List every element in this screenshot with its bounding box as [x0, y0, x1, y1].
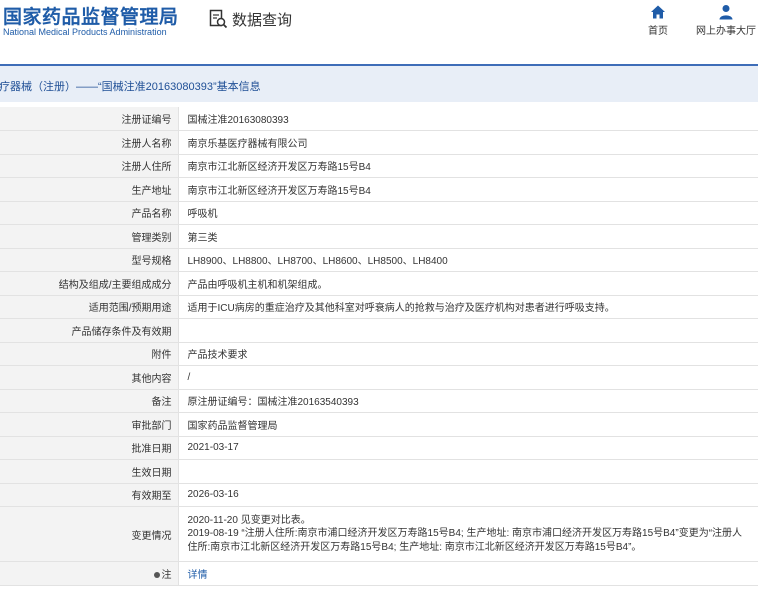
- bullet-icon: [153, 572, 160, 579]
- table-row: 备注 原注册证编号：国械注准20163540393: [0, 389, 758, 413]
- site-logo-title[interactable]: 国家药品监督管理局: [3, 2, 179, 29]
- search-document-icon: [209, 9, 228, 29]
- field-label: 适用范围/预期用途: [0, 295, 179, 319]
- field-value: 呼吸机: [178, 201, 758, 225]
- field-label: 批准日期: [0, 436, 179, 460]
- note-value: 详情: [178, 561, 758, 586]
- table-row: 生效日期: [0, 459, 758, 484]
- table-row: 产品储存条件及有效期: [0, 318, 758, 343]
- table-row: 批准日期 2021-03-17: [0, 436, 758, 460]
- table-row-note: 注 详情: [0, 561, 758, 586]
- table-row: 审批部门 国家药品监督管理局: [0, 412, 758, 437]
- table-row: 有效期至 2026-03-16: [0, 483, 758, 507]
- field-label: 注册人住所: [0, 154, 179, 178]
- field-value: 国械注准20163080393: [178, 107, 758, 131]
- site-logo-subtitle: National Medical Products Administration: [3, 27, 167, 37]
- table-row: 产品名称 呼吸机: [0, 201, 758, 225]
- field-label: 有效期至: [0, 483, 179, 507]
- field-value: 产品由呼吸机主机和机架组成。: [178, 271, 758, 296]
- user-icon: [719, 5, 733, 20]
- field-label: 生效日期: [0, 459, 179, 484]
- field-value: 原注册证编号：国械注准20163540393: [178, 389, 758, 413]
- change-history-line: 住所:南京市江北新区经济开发区万寿路15号B4; 生产地址: 南京市江北新区经济…: [187, 541, 642, 553]
- field-value: 2026-03-16: [178, 483, 758, 507]
- record-title: 疗器械（注册）——“国械注准20163080393”基本信息: [0, 81, 261, 93]
- data-query-title: 数据查询: [209, 9, 292, 30]
- nav-online-hall[interactable]: 网上办事大厅: [696, 2, 756, 42]
- field-label: 结构及组成/主要组成成分: [0, 271, 179, 296]
- table-row: 其他内容 /: [0, 365, 758, 390]
- change-history-value: 2020-11-20 见变更对比表。 2019-08-19 “注册人住所:南京市…: [178, 506, 758, 562]
- field-value: 适用于ICU病房的重症治疗及其他科室对呼衰病人的抢救与治疗及医疗机构对患者进行呼…: [178, 295, 758, 319]
- details-link[interactable]: 详情: [188, 570, 208, 581]
- field-value: [178, 459, 758, 484]
- field-label: 审批部门: [0, 412, 179, 437]
- field-value: 国家药品监督管理局: [178, 412, 758, 437]
- note-label: 注: [161, 570, 172, 581]
- change-history-line: 2019-08-19 “注册人住所:南京市浦口经济开发区万寿路15号B4; 生产…: [187, 528, 743, 540]
- nav-online-hall-label: 网上办事大厅: [696, 26, 756, 37]
- field-label: 附件: [0, 342, 179, 366]
- field-value: /: [178, 365, 758, 390]
- record-title-bar: 疗器械（注册）——“国械注准20163080393”基本信息: [0, 64, 758, 102]
- table-row: 型号规格 LH8900、LH8800、LH8700、LH8600、LH8500、L…: [0, 248, 758, 272]
- field-value: 产品技术要求: [178, 342, 758, 366]
- home-icon: [651, 5, 665, 19]
- field-label: 其他内容: [0, 365, 179, 390]
- change-history-line: 2020-11-20 见变更对比表。: [187, 514, 311, 526]
- field-label: 生产地址: [0, 177, 179, 202]
- field-label: 注册人名称: [0, 130, 179, 155]
- field-value: 南京市江北新区经济开发区万寿路15号B4: [178, 154, 758, 178]
- field-value: [178, 318, 758, 343]
- table-row-change-history: 变更情况 2020-11-20 见变更对比表。 2019-08-19 “注册人住…: [0, 506, 758, 562]
- note-label-cell: 注: [0, 561, 179, 586]
- field-value: 第三类: [178, 224, 758, 249]
- field-label: 管理类别: [0, 224, 179, 249]
- table-row: 注册人名称 南京乐基医疗器械有限公司: [0, 130, 758, 155]
- field-label: 备注: [0, 389, 179, 413]
- field-value: 南京市江北新区经济开发区万寿路15号B4: [178, 177, 758, 202]
- table-row: 结构及组成/主要组成成分 产品由呼吸机主机和机架组成。: [0, 271, 758, 296]
- change-history-label: 变更情况: [0, 506, 179, 562]
- field-label: 注册证编号: [0, 107, 179, 131]
- field-value: 2021-03-17: [178, 436, 758, 460]
- field-label: 产品储存条件及有效期: [0, 318, 179, 343]
- table-row: 适用范围/预期用途 适用于ICU病房的重症治疗及其他科室对呼衰病人的抢救与治疗及医…: [0, 295, 758, 319]
- nav-home-label: 首页: [648, 26, 668, 37]
- table-row: 生产地址 南京市江北新区经济开发区万寿路15号B4: [0, 177, 758, 202]
- table-row: 管理类别 第三类: [0, 224, 758, 249]
- table-row: 注册人住所 南京市江北新区经济开发区万寿路15号B4: [0, 154, 758, 178]
- field-value: LH8900、LH8800、LH8700、LH8600、LH8500、LH840…: [178, 248, 758, 272]
- site-header: 国家药品监督管理局 National Medical Products Admi…: [0, 0, 758, 50]
- table-row: 注册证编号 国械注准20163080393: [0, 107, 758, 131]
- field-label: 产品名称: [0, 201, 179, 225]
- field-value: 南京乐基医疗器械有限公司: [178, 130, 758, 155]
- registration-detail-table: 注册证编号 国械注准20163080393 注册人名称 南京乐基医疗器械有限公司 注…: [0, 107, 758, 586]
- nav-home[interactable]: 首页: [628, 2, 688, 42]
- field-label: 型号规格: [0, 248, 179, 272]
- data-query-label: 数据查询: [232, 12, 293, 29]
- table-row: 附件 产品技术要求: [0, 342, 758, 366]
